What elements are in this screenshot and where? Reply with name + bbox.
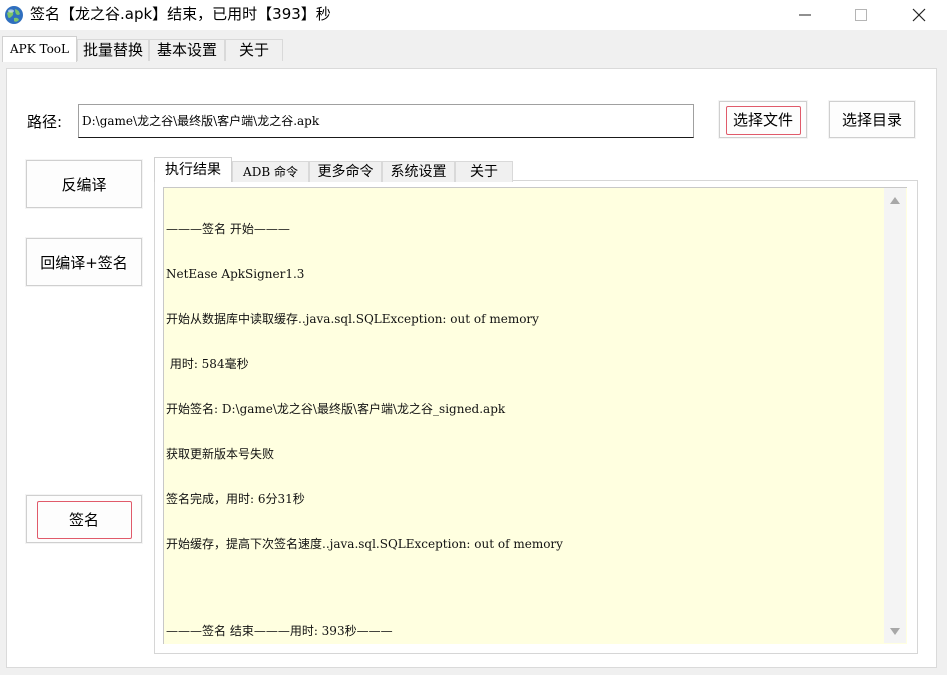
log-line: 获取更新版本号失败 bbox=[166, 447, 275, 461]
maximize-button[interactable] bbox=[833, 0, 889, 30]
tab-more-commands[interactable]: 更多命令 bbox=[309, 161, 382, 182]
tab-adb-commands-label: ADB 命令 bbox=[243, 165, 298, 179]
log-text: ———签名 开始——— NetEase ApkSigner1.3 开始从数据库中… bbox=[166, 192, 886, 669]
tab-results[interactable]: 执行结果 bbox=[154, 157, 232, 182]
tab-about[interactable]: 关于 bbox=[225, 39, 283, 61]
close-icon bbox=[912, 8, 926, 22]
choose-file-button[interactable]: 选择文件 bbox=[719, 101, 807, 138]
log-line: ———签名 结束———用时: 393秒——— bbox=[166, 624, 393, 638]
tab-system-settings[interactable]: 系统设置 bbox=[382, 161, 455, 182]
decompile-label: 反编译 bbox=[61, 175, 107, 194]
log-line: 签名完成，用时: 6分31秒 bbox=[166, 492, 305, 506]
minimize-button[interactable] bbox=[777, 0, 833, 30]
tab-apk-tool[interactable]: APK TooL bbox=[2, 36, 77, 62]
window-title: 签名【龙之谷.apk】结束，已用时【393】秒 bbox=[30, 5, 331, 23]
scroll-down-icon[interactable] bbox=[890, 628, 900, 635]
maximize-icon bbox=[855, 9, 867, 21]
log-line: 开始从数据库中读取缓存..java.sql.SQLException: out … bbox=[166, 312, 539, 326]
log-line: NetEase ApkSigner1.3 bbox=[166, 267, 305, 281]
log-line: 开始缓存，提高下次签名速度..java.sql.SQLException: ou… bbox=[166, 537, 563, 551]
vertical-scrollbar[interactable] bbox=[884, 188, 906, 643]
title-bar: 签名【龙之谷.apk】结束，已用时【393】秒 bbox=[0, 0, 947, 30]
choose-dir-button[interactable]: 选择目录 bbox=[829, 101, 915, 138]
log-line: 用时: 584毫秒 bbox=[166, 357, 249, 371]
path-input[interactable]: D:\game\龙之谷\最终版\客户端\龙之谷.apk bbox=[78, 104, 694, 138]
path-label: 路径: bbox=[27, 113, 63, 131]
log-output[interactable]: ———签名 开始——— NetEase ApkSigner1.3 开始从数据库中… bbox=[163, 187, 907, 644]
tab-batch-replace[interactable]: 批量替换 bbox=[77, 39, 149, 61]
recompile-sign-label: 回编译+签名 bbox=[40, 253, 128, 272]
decompile-button[interactable]: 反编译 bbox=[26, 160, 142, 208]
sign-label: 签名 bbox=[68, 510, 99, 529]
tab-adb-commands[interactable]: ADB 命令 bbox=[232, 161, 309, 182]
scroll-up-icon[interactable] bbox=[890, 197, 900, 204]
tab-inner-about[interactable]: 关于 bbox=[455, 161, 513, 182]
choose-file-label: 选择文件 bbox=[732, 111, 793, 129]
tab-basic-settings[interactable]: 基本设置 bbox=[149, 39, 225, 61]
choose-dir-label: 选择目录 bbox=[841, 111, 902, 129]
recompile-sign-button[interactable]: 回编译+签名 bbox=[26, 238, 142, 286]
minimize-icon bbox=[799, 14, 811, 16]
close-button[interactable] bbox=[891, 0, 947, 30]
log-line: ———签名 开始——— bbox=[166, 222, 290, 236]
main-tab-bar: APK TooL 批量替换 基本设置 关于 bbox=[0, 36, 947, 62]
globe-icon bbox=[5, 6, 23, 24]
log-line: 开始签名: D:\game\龙之谷\最终版\客户端\龙之谷_signed.apk bbox=[166, 402, 506, 416]
sign-button[interactable]: 签名 bbox=[26, 495, 142, 543]
